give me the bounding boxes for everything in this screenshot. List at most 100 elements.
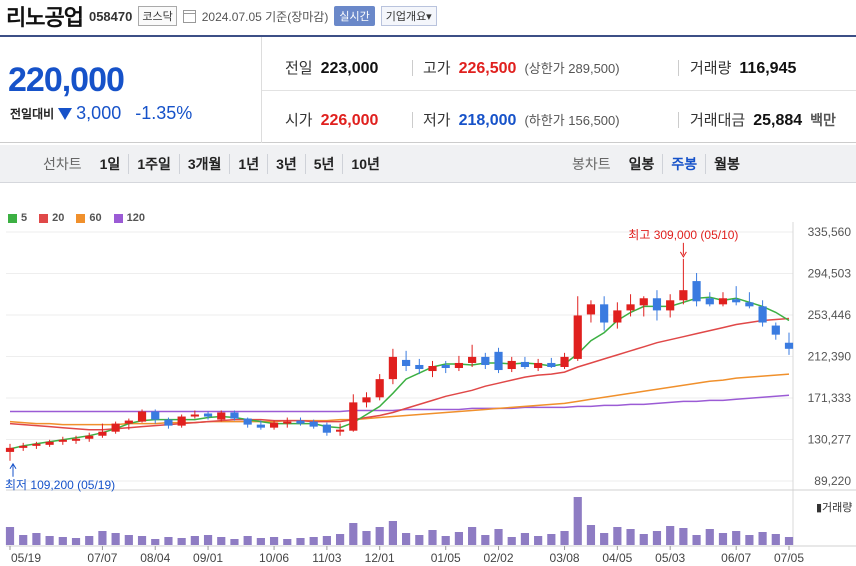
divider: [678, 112, 679, 128]
candle-body: [560, 356, 569, 368]
ma-legend: 5 20 60 120: [8, 212, 145, 224]
realtime-button[interactable]: 실시간: [334, 6, 375, 26]
calendar-icon: [182, 9, 196, 23]
candle-body: [388, 356, 397, 380]
volume-bar: [309, 537, 318, 545]
candle-body: [758, 306, 767, 323]
candle-body: [5, 447, 15, 452]
candle-body: [732, 299, 741, 303]
candle-body: [349, 402, 358, 431]
period-3m[interactable]: 3개월: [178, 153, 230, 174]
volume-bar: [177, 538, 186, 545]
candle-body: [520, 361, 530, 368]
volume-bar: [322, 536, 331, 545]
legend-label: 20: [52, 212, 65, 224]
candle-body: [666, 300, 675, 311]
row-divider: [262, 90, 856, 91]
volume-bar: [164, 537, 173, 545]
volume-bar: [85, 536, 94, 545]
change-percent: -1.35%: [135, 103, 193, 123]
candle-body: [771, 325, 780, 335]
volume-bar: [388, 521, 397, 545]
x-tick-label: 07/07: [87, 551, 117, 565]
y-tick-label: 335,560: [808, 225, 852, 239]
x-tick-label: 01/05: [431, 551, 461, 565]
period-5y[interactable]: 5년: [304, 153, 343, 174]
stat-open: 시가 226,000: [285, 109, 378, 130]
candle-body: [309, 421, 318, 427]
legend-ma20: 20: [39, 212, 64, 224]
volume-bar: [32, 533, 41, 545]
candle-weekly[interactable]: 주봉: [662, 153, 705, 174]
stat-prev-close: 전일 223,000: [285, 57, 378, 78]
x-tick-label: 05/03: [655, 551, 685, 565]
candle-body: [19, 445, 28, 448]
y-tick-label: 212,390: [808, 350, 852, 364]
volume-bar: [573, 497, 582, 545]
candle-body: [652, 298, 662, 311]
stat-sub: (하한가 156,500): [524, 113, 620, 128]
legend-label: 120: [126, 212, 145, 224]
date-text: 2024.07.05 기준(장마감): [201, 9, 329, 24]
candle-body: [362, 397, 371, 403]
volume-bar: [520, 533, 530, 545]
volume-bar: [600, 533, 609, 545]
candle-body: [164, 419, 173, 426]
divider: [412, 60, 413, 76]
period-bar: 선차트 1일 1주일 3개월 1년 3년 5년 10년 봉차트 일봉 주봉 월봉: [0, 145, 856, 183]
candle-body: [137, 411, 147, 422]
candle-body: [547, 362, 556, 368]
candle-daily[interactable]: 일봉: [621, 154, 663, 174]
high-arrowhead-icon: [679, 251, 687, 258]
candle-body: [626, 304, 635, 311]
candle-body: [441, 364, 450, 369]
volume-bar: [415, 535, 424, 545]
volume-bar: [19, 535, 28, 545]
period-3y[interactable]: 3년: [267, 153, 305, 174]
x-tick-label: 08/04: [140, 551, 170, 565]
volume-bar: [745, 535, 754, 545]
volume-bar: [718, 533, 728, 545]
candle-body: [269, 422, 279, 428]
volume-bar: [507, 537, 516, 545]
candle-body: [203, 413, 213, 417]
candle-chart-label: 봉차트: [572, 155, 611, 172]
volume-bar: [494, 529, 503, 545]
divider: [412, 112, 413, 128]
period-10y[interactable]: 10년: [342, 153, 387, 174]
y-tick-label: 294,503: [808, 267, 852, 281]
candle-body: [190, 414, 199, 417]
high-annotation: 최고 309,000 (05/10): [628, 228, 738, 242]
legend-swatch: [39, 213, 49, 223]
volume-bar: [666, 526, 675, 545]
period-1y[interactable]: 1년: [229, 153, 267, 174]
stock-name: 리노공업: [6, 5, 84, 30]
y-tick-label: 253,446: [808, 308, 852, 322]
price-change: 전일대비 3,000 -1.35%: [10, 103, 192, 124]
volume-bar: [335, 534, 345, 545]
ma5-line: [9, 296, 790, 450]
legend-swatch: [8, 213, 17, 223]
stat-value: 116,945: [739, 60, 797, 77]
volume-bar: [692, 535, 701, 545]
volume-bar: [151, 539, 160, 545]
volume-bar: [402, 533, 411, 545]
volume-bar: [190, 536, 199, 545]
stat-volume: 거래량 116,945: [690, 57, 796, 78]
period-1w[interactable]: 1주일: [128, 153, 179, 174]
company-info-dropdown[interactable]: 기업개요▾: [380, 6, 437, 26]
stat-label: 거래량: [690, 60, 732, 77]
low-arrowhead-icon: [9, 462, 17, 470]
candle-body: [494, 351, 503, 371]
volume-bar: [454, 532, 464, 545]
period-1d[interactable]: 1일: [92, 154, 129, 174]
candle-body: [415, 364, 424, 370]
ma120-line: [10, 394, 790, 413]
candle-monthly[interactable]: 월봉: [705, 153, 748, 174]
volume-bar: [428, 530, 437, 545]
stat-label: 고가: [423, 60, 451, 77]
volume-bar: [243, 536, 252, 545]
low-annotation: 최저 109,200 (05/19): [5, 478, 115, 492]
volume-bar: [283, 539, 292, 545]
down-triangle-icon: [58, 107, 73, 120]
